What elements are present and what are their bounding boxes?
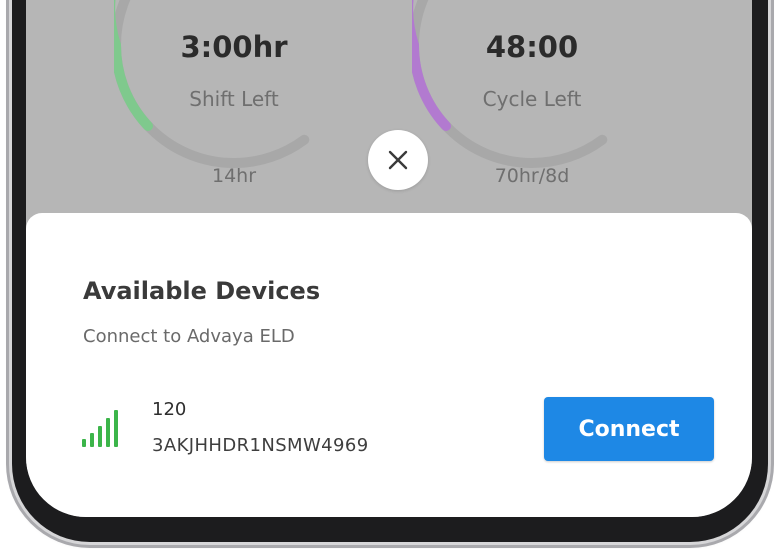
cycle-gauge: 48:00 Cycle Left 70hr/8d: [412, 0, 652, 187]
sheet-title: Available Devices: [83, 277, 321, 305]
sheet-subtitle: Connect to Advaya ELD: [83, 326, 295, 347]
device-id: 120: [152, 399, 187, 420]
shift-gauge: 3:00hr Shift Left 14hr: [114, 0, 354, 187]
phone-screen: 3:00hr Shift Left 14hr 48:00 Cycle Left …: [26, 0, 752, 517]
shift-left-label: Shift Left: [189, 87, 279, 111]
connect-button[interactable]: Connect: [544, 397, 714, 461]
close-icon: [388, 150, 408, 170]
device-list-item[interactable]: 120 3AKJHHDR1NSMW4969 Connect: [81, 397, 721, 467]
device-serial: 3AKJHHDR1NSMW4969: [152, 435, 369, 456]
signal-strength-icon: [82, 410, 118, 447]
cycle-left-value: 48:00: [485, 30, 579, 64]
close-button[interactable]: [368, 130, 428, 190]
shift-limit: 14hr: [211, 165, 257, 187]
available-devices-sheet: Available Devices Connect to Advaya ELD …: [26, 213, 752, 517]
cycle-left-label: Cycle Left: [482, 87, 582, 111]
cycle-limit: 70hr/8d: [494, 165, 570, 187]
shift-left-value: 3:00hr: [180, 30, 288, 64]
